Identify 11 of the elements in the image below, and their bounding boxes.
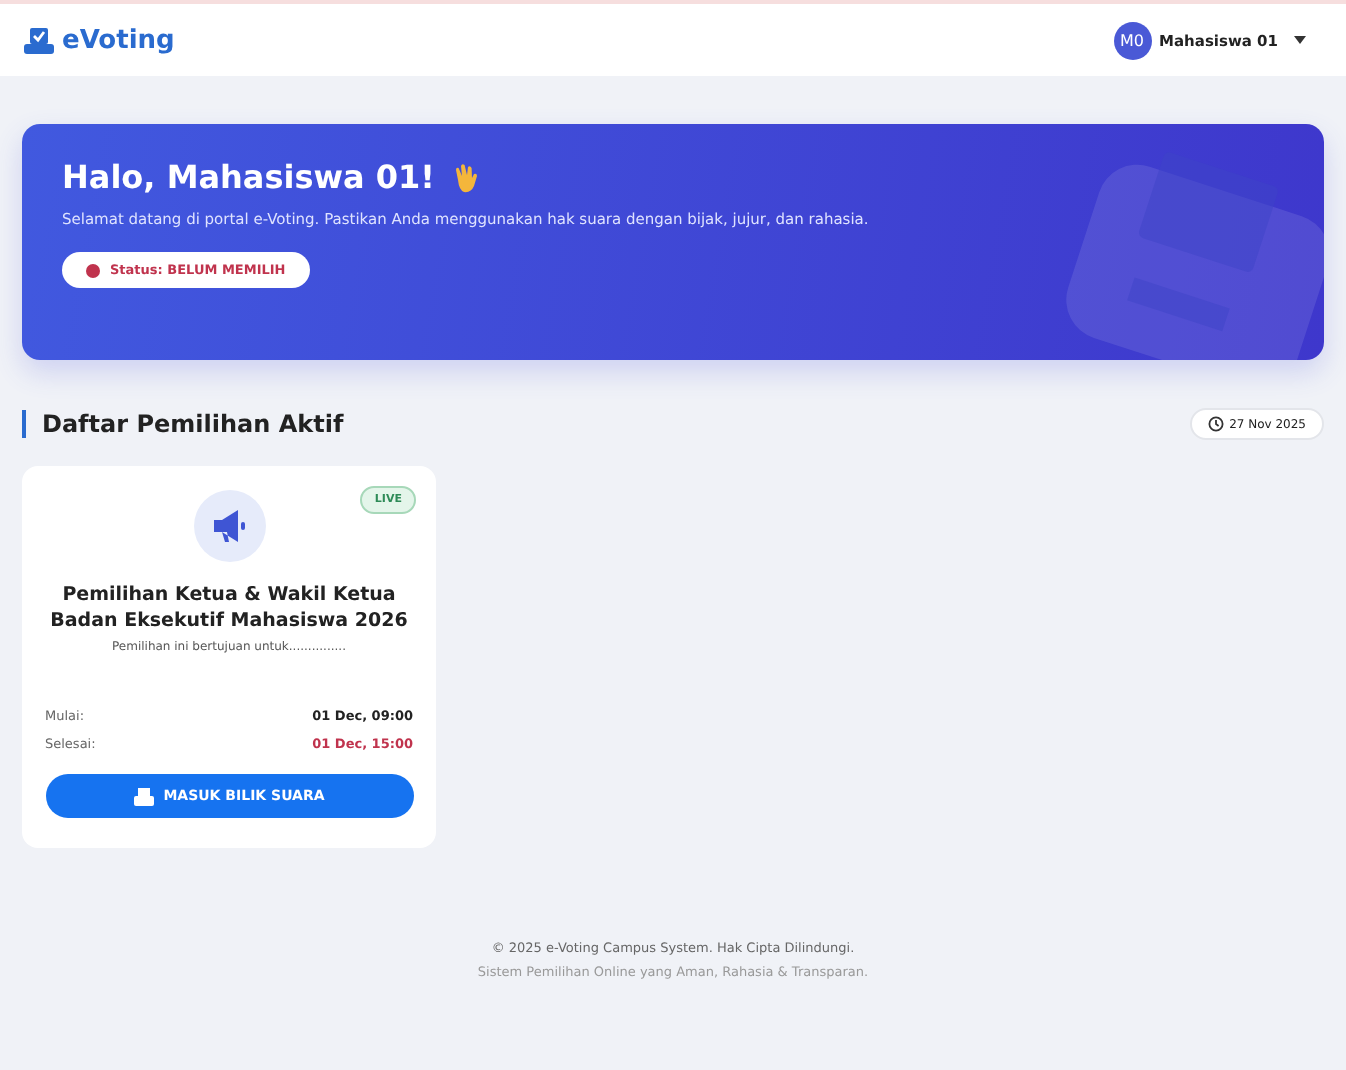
- ballot-box-icon: [24, 27, 54, 53]
- avatar: M0: [1113, 21, 1152, 59]
- printer-icon: [133, 787, 154, 805]
- election-title: Pemilihan Ketua & Wakil Ketua Badan Eksekutif Mahasiswa 2026: [48, 582, 410, 634]
- clock-icon: [1207, 416, 1224, 432]
- caret-icon: [1294, 36, 1306, 44]
- megaphone-icon: [193, 490, 265, 562]
- brand-name[interactable]: eVoting: [62, 25, 175, 55]
- section-title: Daftar Pemilihan Aktif: [22, 410, 344, 438]
- waving-hand-icon: [452, 161, 481, 193]
- greeting-title: Halo, Mahasiswa 01!: [62, 158, 435, 196]
